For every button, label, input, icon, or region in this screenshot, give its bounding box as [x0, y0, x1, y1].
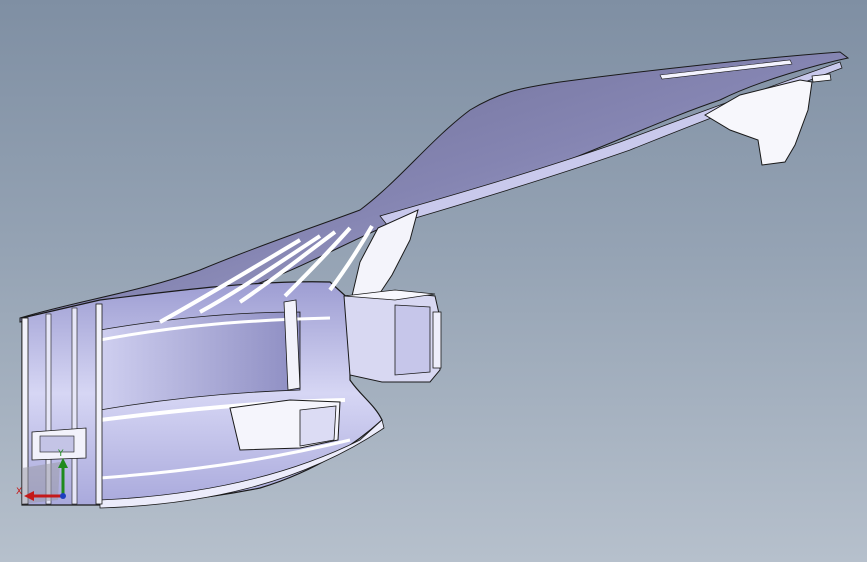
- side-nozzle-flange: [432, 311, 442, 369]
- cad-3d-model[interactable]: [0, 0, 867, 562]
- lower-intake-face: [299, 405, 337, 447]
- x-axis-arrowhead: [24, 491, 34, 501]
- graphics-viewport[interactable]: Y X: [0, 0, 867, 562]
- z-axis-dot: [60, 493, 66, 499]
- duct-frame-post-3: [95, 303, 103, 505]
- coordinate-triad: Y X: [14, 449, 74, 506]
- lower-plate-window: [39, 435, 75, 453]
- y-axis-arrowhead: [58, 458, 68, 468]
- cowl-top-surface[interactable]: [19, 51, 850, 323]
- side-nozzle-face: [394, 304, 431, 376]
- y-axis-label: Y: [58, 449, 64, 459]
- x-axis-label: X: [16, 487, 23, 497]
- triad-axes: [24, 458, 68, 501]
